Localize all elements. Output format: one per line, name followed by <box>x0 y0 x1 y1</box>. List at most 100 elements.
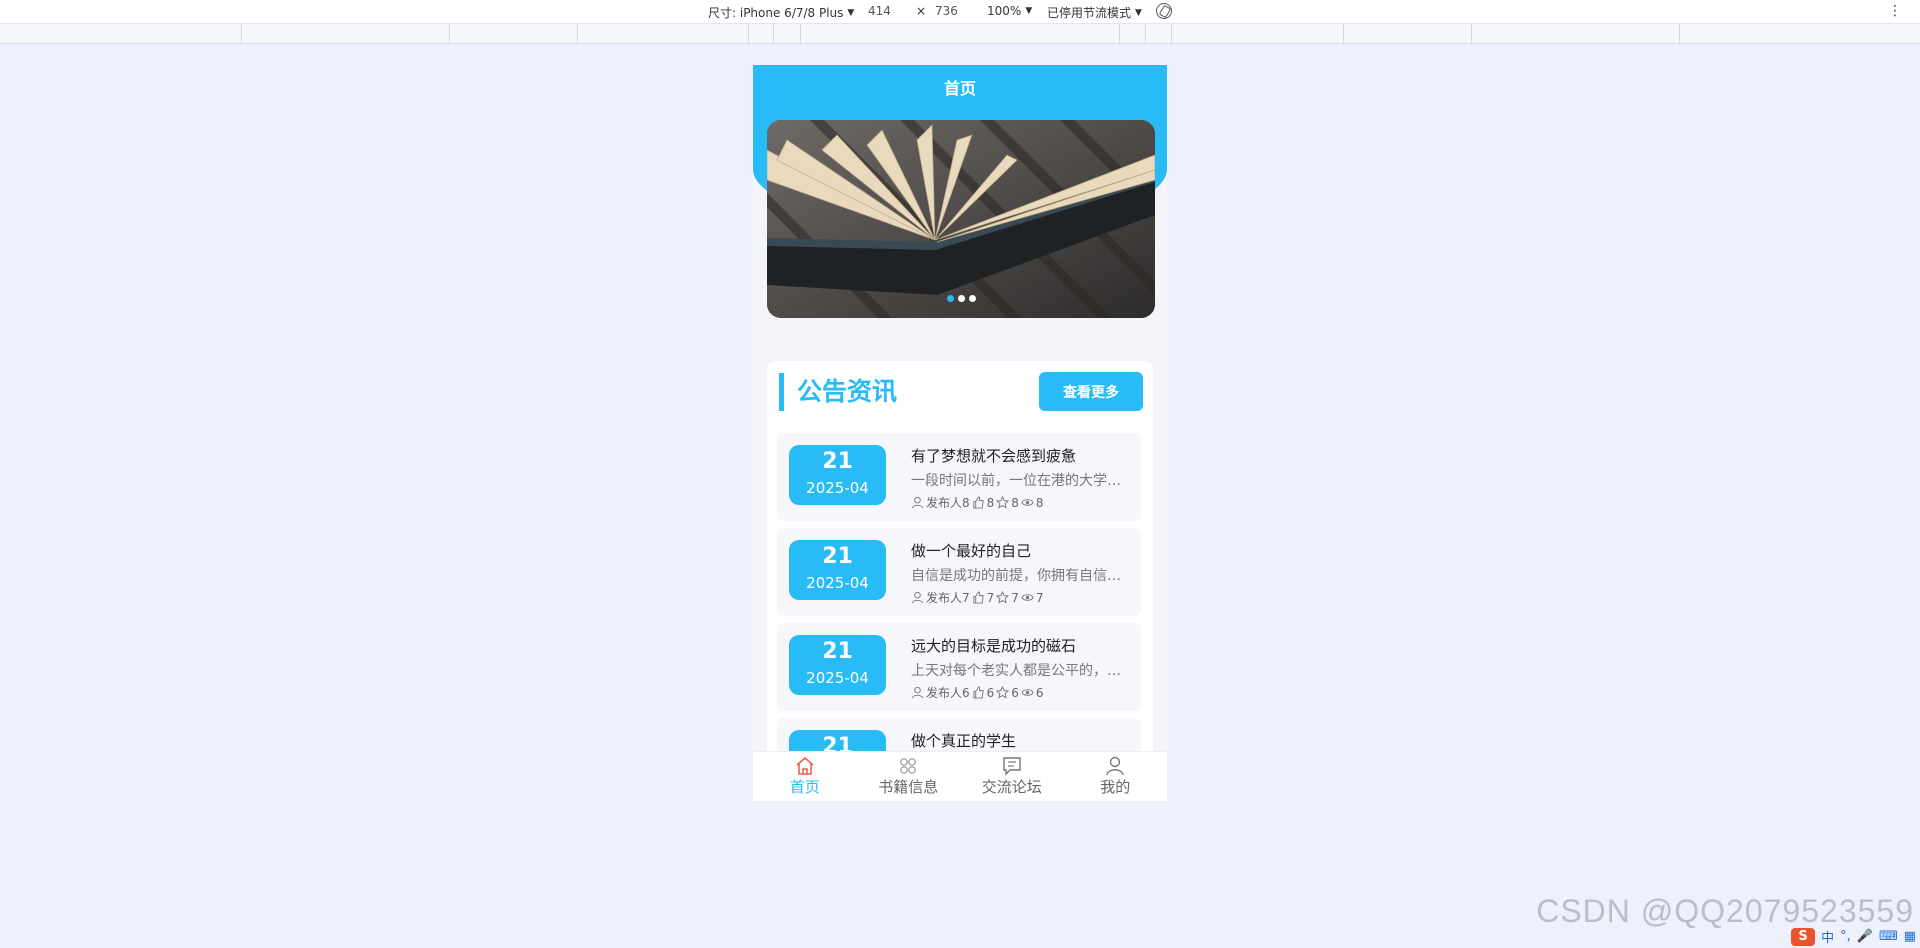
more-options-icon[interactable]: ⋮ <box>1888 3 1902 19</box>
ime-mode[interactable]: 中 <box>1821 927 1834 946</box>
like-count: 7 <box>986 590 995 605</box>
date-year-month: 2025-04 <box>806 574 869 592</box>
date-year-month: 2025-04 <box>806 479 869 497</box>
ruler-tick[interactable] <box>800 24 801 44</box>
star-icon <box>996 686 1010 699</box>
tab-label: 书籍信息 <box>878 778 939 796</box>
csdn-watermark: CSDN @QQ2079523559 <box>1536 893 1914 929</box>
publisher: 发布人8 <box>926 496 970 510</box>
times-symbol: × <box>916 4 927 18</box>
device-select[interactable]: 尺寸: iPhone 6/7/8 Plus ▼ <box>708 4 854 21</box>
user-icon <box>911 686 924 699</box>
chevron-down-icon: ▼ <box>1135 7 1142 18</box>
carousel[interactable] <box>767 120 1155 318</box>
ruler-tick[interactable] <box>748 24 749 44</box>
news-summary: 上天对每个老实人都是公平的，只要努力就会有收获 <box>911 663 1127 679</box>
carousel-image <box>767 120 1155 318</box>
punctuation-icon[interactable]: °, <box>1840 929 1851 944</box>
tab-books[interactable]: 书籍信息 <box>857 752 961 801</box>
chevron-down-icon: ▼ <box>847 7 855 18</box>
device-height-value: 736 <box>935 4 958 18</box>
zoom-value: 100% <box>987 4 1022 18</box>
carousel-dot[interactable] <box>957 295 965 302</box>
tab-mine[interactable]: 我的 <box>1064 752 1168 801</box>
ruler-tick[interactable] <box>1679 24 1680 44</box>
thumbs-up-icon <box>973 591 984 604</box>
view-count: 6 <box>1035 685 1044 700</box>
like-count: 6 <box>986 685 995 700</box>
eye-icon <box>1021 594 1034 601</box>
date-year-month: 2025-04 <box>806 669 869 687</box>
ruler-tick[interactable] <box>773 24 774 44</box>
device-size-label: 尺寸: iPhone 6/7/8 Plus <box>708 6 844 20</box>
dimension-separator: × <box>916 4 926 18</box>
date-badge: 21 2025-04 <box>789 445 886 505</box>
media-query-ruler <box>0 24 1920 44</box>
star-icon <box>996 496 1010 509</box>
microphone-icon[interactable]: 🎤 <box>1857 929 1873 944</box>
device-width-value: 414 <box>868 4 891 18</box>
bottom-tab-bar: 首页 书籍信息 交流论坛 我的 <box>753 751 1167 801</box>
throttle-value: 已停用节流模式 <box>1047 6 1132 20</box>
publisher: 发布人7 <box>926 591 970 605</box>
chat-icon <box>1003 757 1021 776</box>
rotate-button[interactable] <box>1156 3 1172 19</box>
ruler-tick[interactable] <box>1119 24 1120 44</box>
news-section: 公告资讯 查看更多 21 2025-04 有了梦想就不会感到疲惫 一段时间以前，… <box>767 361 1153 801</box>
section-accent-bar <box>779 373 784 411</box>
ruler-tick[interactable] <box>1171 24 1172 44</box>
news-title: 做个真正的学生 <box>911 732 1017 750</box>
user-icon <box>1106 756 1124 776</box>
carousel-indicators <box>767 295 1155 302</box>
star-icon <box>996 591 1010 604</box>
nav-header: 首页 <box>753 65 1167 109</box>
throttle-select[interactable]: 已停用节流模式 ▼ <box>1047 4 1142 21</box>
toolbox-icon[interactable]: ▦ <box>1904 929 1916 944</box>
sogou-ime-icon[interactable]: S <box>1791 927 1816 946</box>
date-day: 21 <box>822 449 853 474</box>
ruler-tick[interactable] <box>1471 24 1472 44</box>
carousel-dot[interactable] <box>946 295 954 302</box>
date-day: 21 <box>822 544 853 569</box>
favorite-count: 7 <box>1011 590 1019 605</box>
news-title: 远大的目标是成功的磁石 <box>911 637 1077 655</box>
view-more-button[interactable]: 查看更多 <box>1039 372 1143 411</box>
grid-icon <box>900 758 917 774</box>
system-tray: S 中 °, 🎤 ⌨ ▦ <box>1791 927 1916 946</box>
page-title: 首页 <box>943 79 976 98</box>
rotate-icon <box>1156 3 1172 19</box>
tab-label: 我的 <box>1100 778 1131 796</box>
like-count: 8 <box>986 495 995 510</box>
favorite-count: 6 <box>1011 685 1019 700</box>
news-item[interactable]: 21 2025-04 远大的目标是成功的磁石 上天对每个老实人都是公平的，只要努… <box>777 623 1141 711</box>
ruler-tick[interactable] <box>577 24 578 44</box>
view-count: 8 <box>1035 495 1044 510</box>
home-icon <box>796 757 814 775</box>
news-meta: 发布人6 6 6 6 <box>911 684 1044 701</box>
date-badge: 21 2025-04 <box>789 635 886 695</box>
phone-viewport: 首页 公告资讯 查看更多 21 2025-04 有了梦想就不会感到疲惫 一段时间… <box>753 65 1167 801</box>
news-item[interactable]: 21 2025-04 做一个最好的自己 自信是成功的前提，你拥有自信就拥有了一切… <box>777 528 1141 616</box>
tab-label: 交流论坛 <box>981 778 1042 796</box>
zoom-select[interactable]: 100% ▼ <box>987 4 1032 18</box>
device-height-field[interactable]: 736 <box>935 4 958 18</box>
thumbs-up-icon <box>973 496 984 509</box>
view-count: 7 <box>1035 590 1044 605</box>
keyboard-icon[interactable]: ⌨ <box>1879 929 1898 944</box>
section-title: 公告资讯 <box>797 377 898 406</box>
news-meta: 发布人8 8 8 8 <box>911 494 1044 511</box>
ruler-tick[interactable] <box>449 24 450 44</box>
device-width-field[interactable]: 414 <box>868 4 891 18</box>
date-day: 21 <box>822 639 853 664</box>
carousel-dot[interactable] <box>968 295 976 302</box>
ruler-tick[interactable] <box>1145 24 1146 44</box>
news-summary: 自信是成功的前提，你拥有自信就拥有了一切 <box>911 568 1127 584</box>
news-header: 公告资讯 查看更多 <box>767 361 1153 433</box>
tab-forum[interactable]: 交流论坛 <box>960 752 1064 801</box>
tab-home[interactable]: 首页 <box>753 752 857 801</box>
publisher: 发布人6 <box>926 686 970 700</box>
user-icon <box>911 496 924 509</box>
ruler-tick[interactable] <box>241 24 242 44</box>
news-item[interactable]: 21 2025-04 有了梦想就不会感到疲惫 一段时间以前，一位在港的大学生写信… <box>777 433 1141 521</box>
ruler-tick[interactable] <box>1343 24 1344 44</box>
